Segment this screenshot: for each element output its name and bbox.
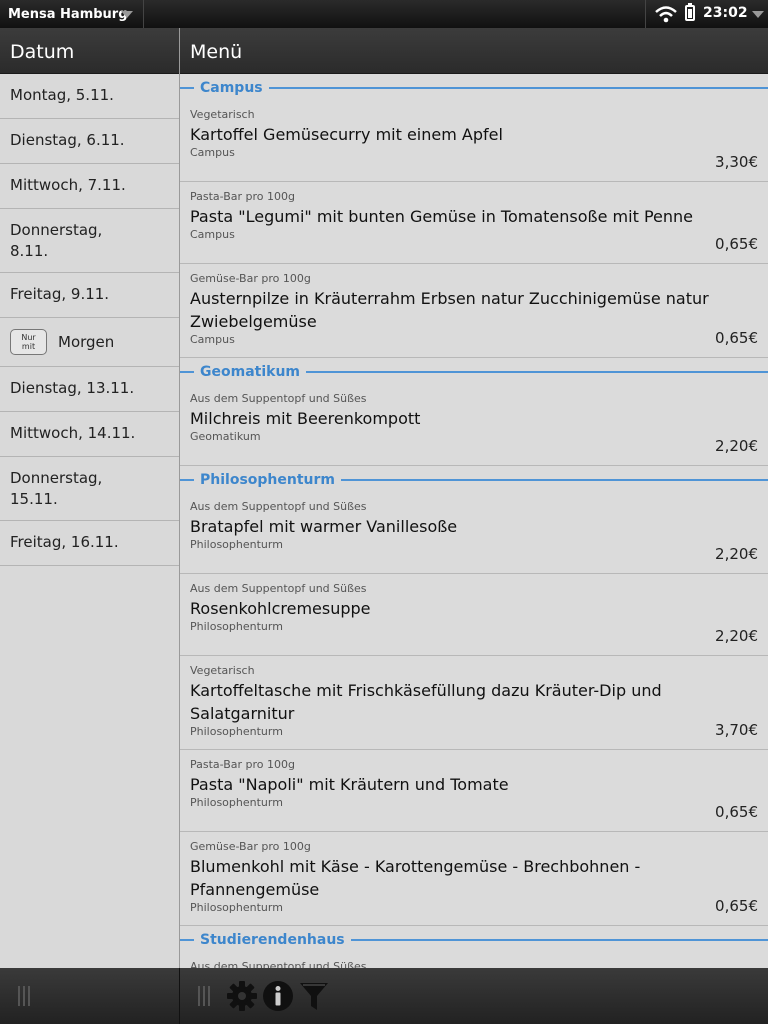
date-item-montag-5-11[interactable]: Montag, 5.11. xyxy=(0,74,179,119)
toolbar-divider xyxy=(179,968,180,1024)
meal-category: Vegetarisch xyxy=(190,664,255,677)
meal-category: Vegetarisch xyxy=(190,108,255,121)
meal-location: Philosophenturm xyxy=(190,538,283,551)
wifi-icon xyxy=(655,6,677,23)
meal-name: Pasta "Legumi" mit bunten Gemüse in Toma… xyxy=(190,207,693,226)
meal-item[interactable]: Pasta-Bar pro 100g Pasta "Napoli" mit Krä… xyxy=(180,750,768,832)
menu-list[interactable]: Campus Vegetarisch Kartoffel Gemüsecurry m… xyxy=(180,78,768,968)
menu-panel: Menü Campus Vegetarisch Kartoffel Gemüsecu… xyxy=(180,28,768,968)
meal-price: 2,20€ xyxy=(715,437,758,455)
meal-location: Philosophenturm xyxy=(190,725,283,738)
meal-name: Austernpilze in Kräuterrahm Erbsen natur… xyxy=(190,289,709,331)
date-item-mittwoch-7-11[interactable]: Mittwoch, 7.11. xyxy=(0,164,179,209)
date-label: Donnerstag, 15.11. xyxy=(10,469,103,508)
section-title: Geomatikum xyxy=(180,362,768,384)
meal-item[interactable]: Aus dem Suppentopf und Süßes xyxy=(180,952,768,968)
clock: 23:02 xyxy=(703,5,748,21)
meal-item[interactable]: Gemüse-Bar pro 100g Austernpilze in Kräut… xyxy=(180,264,768,358)
meal-category: Aus dem Suppentopf und Süßes xyxy=(190,392,367,405)
gear-icon[interactable] xyxy=(226,980,258,1012)
chevron-down-icon xyxy=(121,11,133,18)
date-label: Morgen xyxy=(58,332,115,351)
section-title-label: Philosophenturm xyxy=(194,470,341,490)
meal-item[interactable]: Vegetarisch Kartoffeltasche mit Frischkäs… xyxy=(180,656,768,750)
meal-item[interactable]: Aus dem Suppentopf und Süßes Milchreis mi… xyxy=(180,384,768,466)
battery-icon xyxy=(685,3,695,21)
meal-name: Rosenkohlcremesuppe xyxy=(190,599,371,618)
sidebar-header: Datum xyxy=(0,28,179,74)
meal-category: Pasta-Bar pro 100g xyxy=(190,190,296,203)
date-label: Freitag, 16.11. xyxy=(10,533,119,551)
meal-name: Blumenkohl mit Käse - Karottengemüse - B… xyxy=(190,857,641,899)
chevron-down-icon xyxy=(752,11,764,18)
meal-name: Kartoffeltasche mit Frischkäsefüllung da… xyxy=(190,681,662,723)
info-icon[interactable] xyxy=(262,980,294,1012)
section-title-label: Campus xyxy=(194,78,269,98)
meal-price: 2,20€ xyxy=(715,627,758,645)
status-bar: Mensa Hamburg 23:02 xyxy=(0,0,768,28)
badge-label: Nur mit xyxy=(21,333,36,351)
date-sidebar: Datum Montag, 5.11. Dienstag, 6.11. Mitt… xyxy=(0,28,180,968)
date-label: Freitag, 9.11. xyxy=(10,285,110,303)
meal-name: Milchreis mit Beerenkompott xyxy=(190,409,421,428)
date-label: Dienstag, 6.11. xyxy=(10,131,125,149)
date-item-morgen[interactable]: Nur mit Morgen xyxy=(0,318,179,367)
meal-location: Campus xyxy=(190,228,235,241)
meal-location: Campus xyxy=(190,146,235,159)
date-label: Montag, 5.11. xyxy=(10,86,114,104)
date-label: Mittwoch, 14.11. xyxy=(10,424,136,442)
meal-category: Aus dem Suppentopf und Süßes xyxy=(190,582,367,595)
meal-price: 0,65€ xyxy=(715,329,758,347)
date-item-mittwoch-14-11[interactable]: Mittwoch, 14.11. xyxy=(0,412,179,457)
app-title: Mensa Hamburg xyxy=(8,6,128,22)
drag-handle-icon[interactable] xyxy=(198,986,212,1006)
meal-category: Pasta-Bar pro 100g xyxy=(190,758,296,771)
section-title: Philosophenturm xyxy=(180,470,768,492)
meal-item[interactable]: Aus dem Suppentopf und Süßes Rosenkohlcre… xyxy=(180,574,768,656)
meal-location: Geomatikum xyxy=(190,430,261,443)
meal-category: Gemüse-Bar pro 100g xyxy=(190,272,311,285)
meal-item[interactable]: Vegetarisch Kartoffel Gemüsecurry mit ein… xyxy=(180,100,768,182)
filter-icon[interactable] xyxy=(298,980,330,1012)
date-item-freitag-16-11[interactable]: Freitag, 16.11. xyxy=(0,521,179,566)
meal-location: Philosophenturm xyxy=(190,901,283,914)
date-item-donnerstag-8-11[interactable]: Donnerstag, 8.11. xyxy=(0,209,179,273)
meal-price: 0,65€ xyxy=(715,235,758,253)
section-title: Campus xyxy=(180,78,768,100)
meal-category: Aus dem Suppentopf und Süßes xyxy=(190,960,367,968)
section-title-label: Geomatikum xyxy=(194,362,306,382)
meal-item[interactable]: Aus dem Suppentopf und Süßes Bratapfel mi… xyxy=(180,492,768,574)
meal-price: 2,20€ xyxy=(715,545,758,563)
meal-name: Pasta "Napoli" mit Kräutern und Tomate xyxy=(190,775,509,794)
date-item-donnerstag-15-11[interactable]: Donnerstag, 15.11. xyxy=(0,457,179,521)
bottom-toolbar xyxy=(0,968,768,1024)
meal-name: Kartoffel Gemüsecurry mit einem Apfel xyxy=(190,125,503,144)
date-item-dienstag-13-11[interactable]: Dienstag, 13.11. xyxy=(0,367,179,412)
system-menu[interactable]: 23:02 xyxy=(645,0,768,28)
meal-name: Bratapfel mit warmer Vanillesoße xyxy=(190,517,458,536)
meal-item[interactable]: Pasta-Bar pro 100g Pasta "Legumi" mit bun… xyxy=(180,182,768,264)
menu-header: Menü xyxy=(180,28,768,74)
meal-location: Campus xyxy=(190,333,235,346)
date-label: Donnerstag, 8.11. xyxy=(10,221,103,260)
section-title-label: Studierendenhaus xyxy=(194,930,351,950)
meal-price: 3,30€ xyxy=(715,153,758,171)
meal-location: Philosophenturm xyxy=(190,796,283,809)
nur-mit-badge: Nur mit xyxy=(10,329,47,355)
meal-location: Philosophenturm xyxy=(190,620,283,633)
section-title: Studierendenhaus xyxy=(180,930,768,952)
meal-price: 0,65€ xyxy=(715,803,758,821)
date-item-dienstag-6-11[interactable]: Dienstag, 6.11. xyxy=(0,119,179,164)
app-menu[interactable]: Mensa Hamburg xyxy=(0,0,144,28)
meal-price: 3,70€ xyxy=(715,721,758,739)
date-label: Mittwoch, 7.11. xyxy=(10,176,126,194)
meal-price: 0,65€ xyxy=(715,897,758,915)
meal-category: Gemüse-Bar pro 100g xyxy=(190,840,311,853)
meal-category: Aus dem Suppentopf und Süßes xyxy=(190,500,367,513)
meal-item[interactable]: Gemüse-Bar pro 100g Blumenkohl mit Käse -… xyxy=(180,832,768,926)
drag-handle-icon[interactable] xyxy=(18,986,32,1006)
date-item-freitag-9-11[interactable]: Freitag, 9.11. xyxy=(0,273,179,318)
date-label: Dienstag, 13.11. xyxy=(10,379,135,397)
